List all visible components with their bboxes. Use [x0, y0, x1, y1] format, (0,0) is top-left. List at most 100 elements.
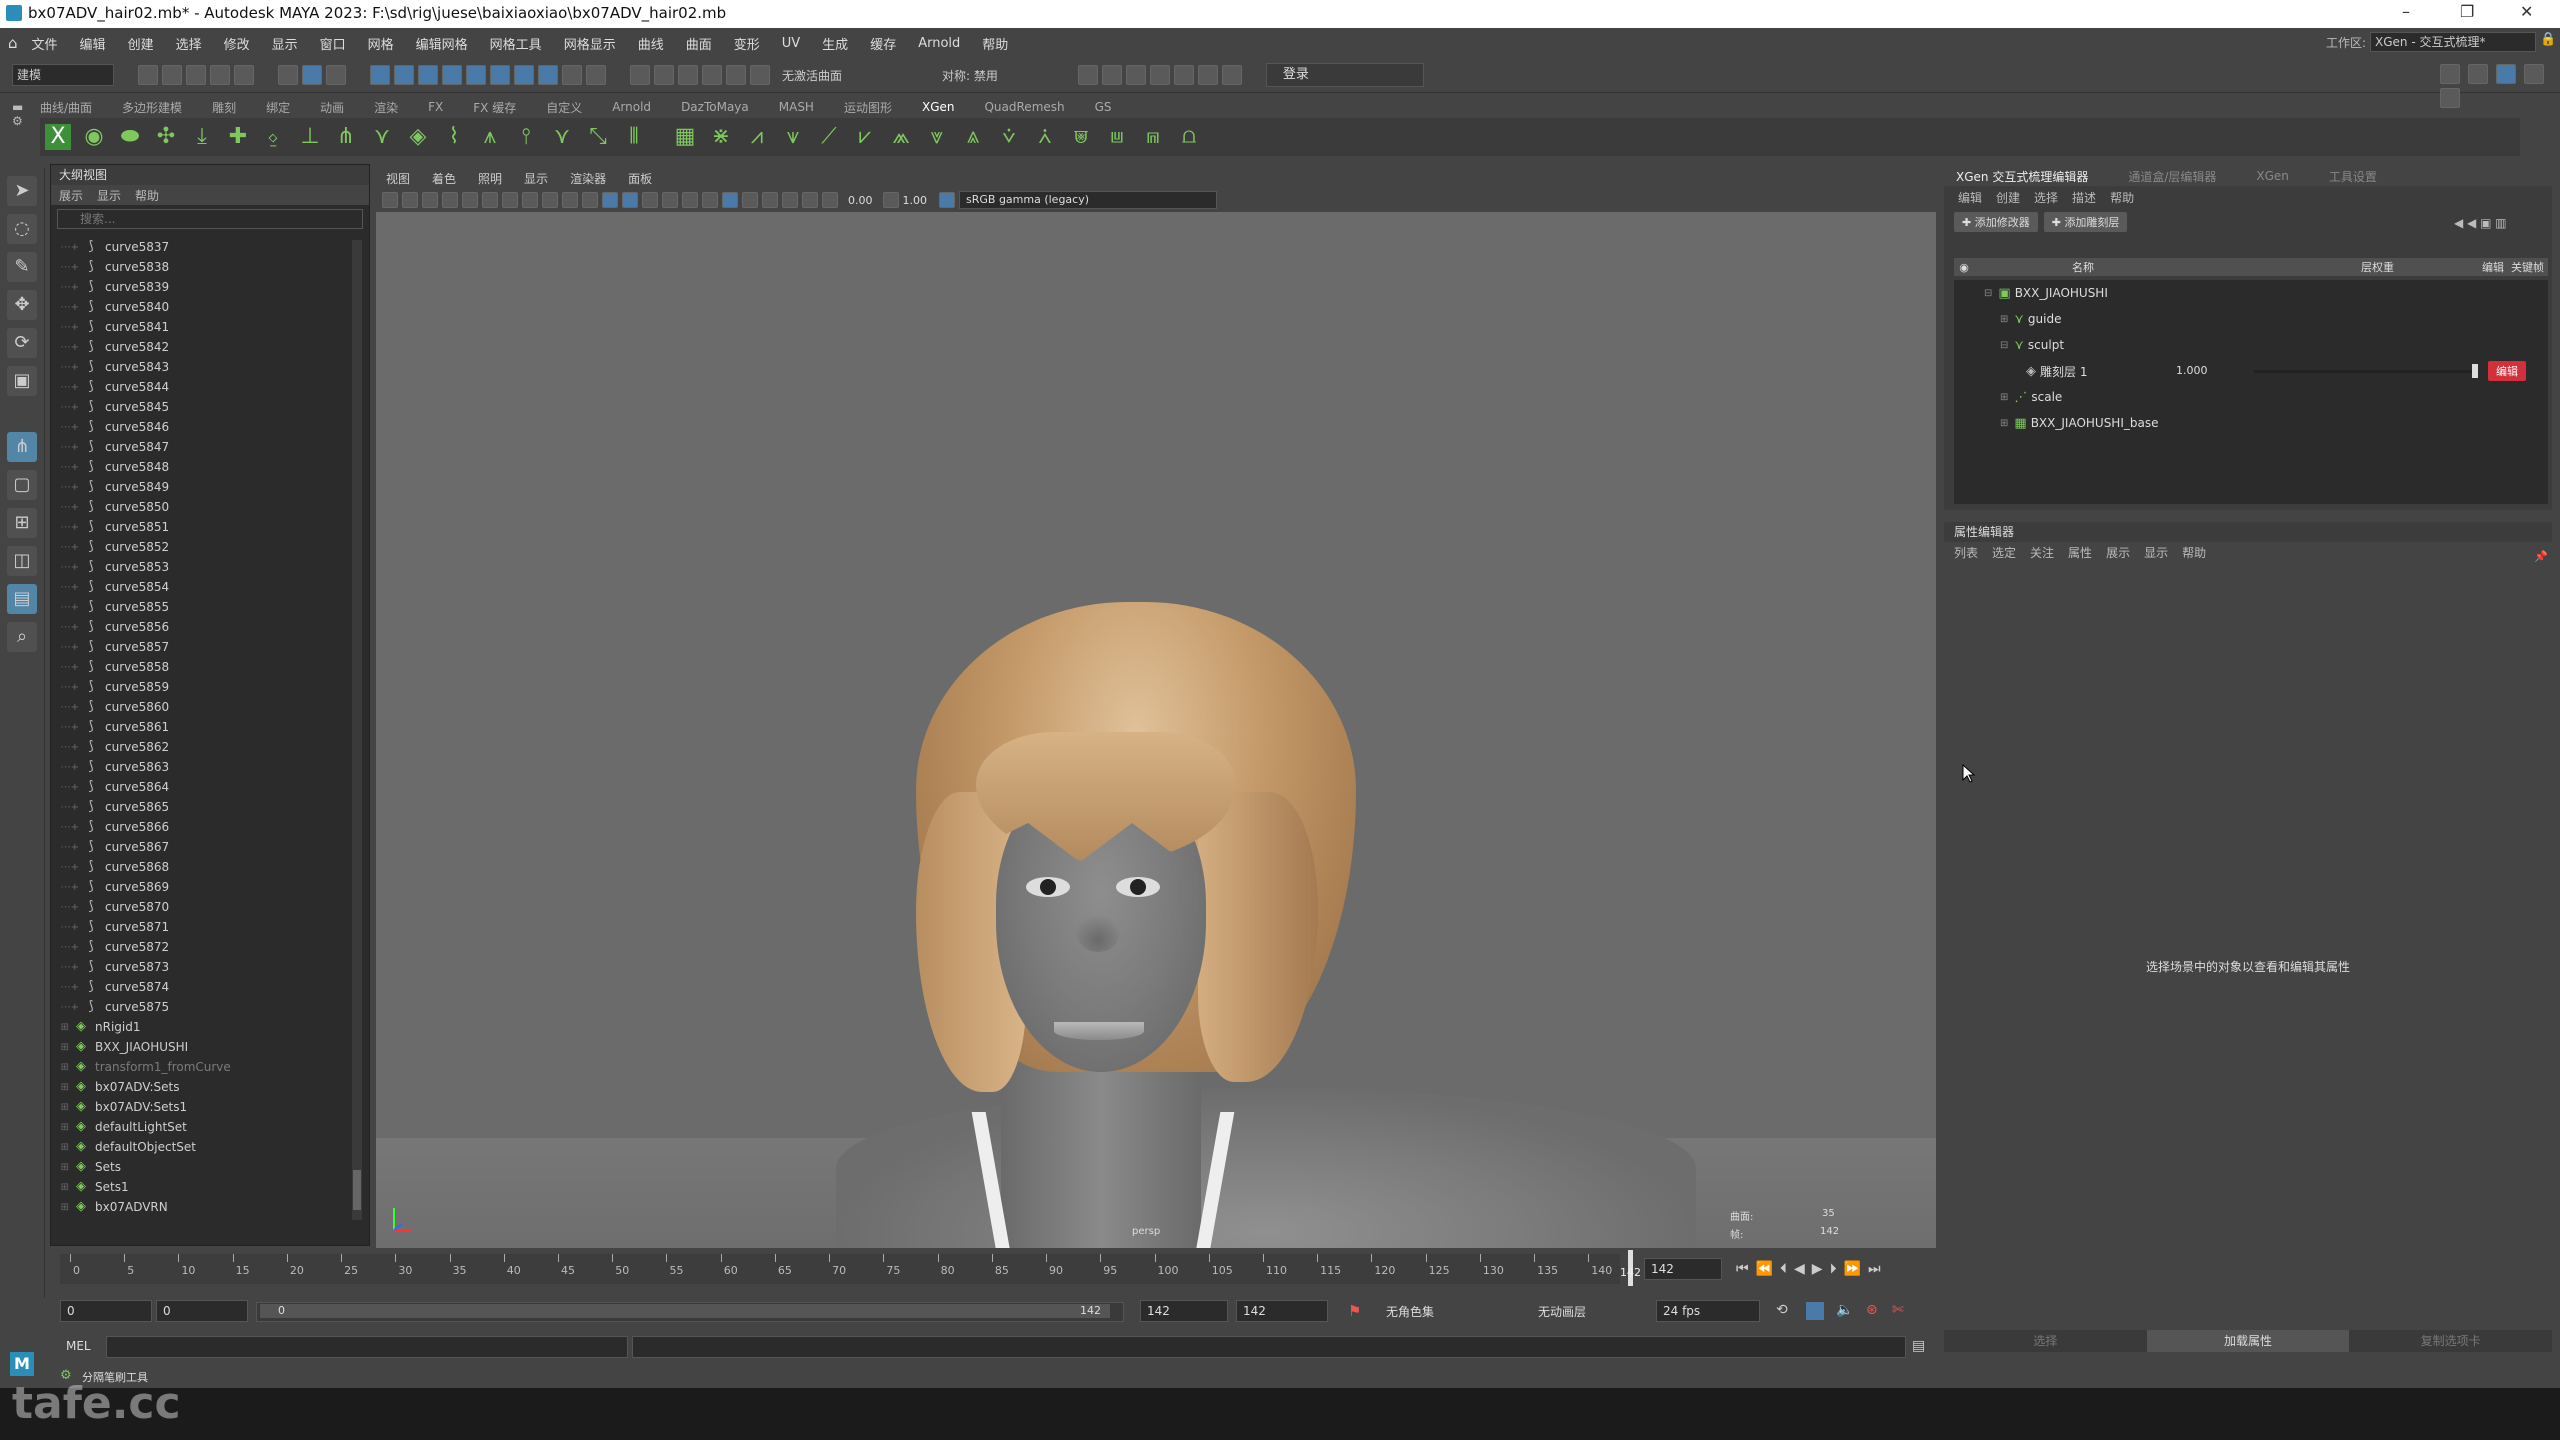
- wireframe-on-shaded-icon[interactable]: [642, 192, 658, 208]
- safe-title-icon[interactable]: [582, 192, 598, 208]
- shelf-tab[interactable]: 雕刻: [212, 99, 236, 116]
- outliner-node-item[interactable]: ⊞ ◈ bx07ADVRN: [51, 1197, 351, 1217]
- vp-menu-shading[interactable]: 着色: [432, 170, 456, 187]
- sound-icon[interactable]: 🔈: [1836, 1302, 1853, 1318]
- xgen-lift-icon[interactable]: ⩓: [960, 124, 986, 150]
- outliner-curve-item[interactable]: ⋯+ ⟆ curve5852: [51, 537, 351, 557]
- xgen-cut-icon[interactable]: ⋎: [369, 124, 395, 150]
- snap-point-icon[interactable]: [678, 65, 698, 85]
- outliner-curve-item[interactable]: ⋯+ ⟆ curve5846: [51, 417, 351, 437]
- add-modifier-button[interactable]: ✚ 添加修改器: [1954, 212, 2038, 232]
- ipr-render-icon[interactable]: [1125, 65, 1146, 85]
- xgen-pose-icon[interactable]: ⩒: [996, 124, 1022, 150]
- outliner-curve-item[interactable]: ⋯+ ⟆ curve5837: [51, 237, 351, 257]
- xgen-smooth-icon[interactable]: ⦀: [621, 124, 647, 150]
- outliner-curve-item[interactable]: ⋯+ ⟆ curve5857: [51, 637, 351, 657]
- tree-item-sculpt-layer[interactable]: ◈ 雕刻层 1 1.000 编辑: [1954, 358, 2548, 384]
- outliner-curve-item[interactable]: ⋯+ ⟆ curve5844: [51, 377, 351, 397]
- shelf-tab[interactable]: 运动图形: [844, 99, 892, 116]
- mode-dropdown[interactable]: 建模: [12, 64, 114, 86]
- xgen-layer-icon[interactable]: ◈: [405, 124, 431, 150]
- tree-item[interactable]: ⊟ ⋎ sculpt: [1954, 332, 2548, 358]
- menu-edit[interactable]: 编辑: [80, 34, 106, 53]
- outliner-curve-item[interactable]: ⋯+ ⟆ curve5868: [51, 857, 351, 877]
- xgen-groom-tool-icon[interactable]: ⋔: [7, 432, 37, 462]
- character-controls-icon[interactable]: [2468, 64, 2489, 84]
- shelf-tab[interactable]: Arnold: [612, 100, 651, 114]
- mask-icon-4[interactable]: [442, 65, 462, 85]
- snap-surface-icon[interactable]: [726, 65, 746, 85]
- grid-icon[interactable]: [462, 192, 478, 208]
- ae-menu-selected[interactable]: 选定: [1992, 542, 2016, 564]
- cache-playback-icon[interactable]: [1806, 1302, 1824, 1320]
- outliner-node-item[interactable]: ⊞ ◈ bx07ADV:Sets1: [51, 1097, 351, 1117]
- menu-arnold[interactable]: Arnold: [918, 36, 960, 51]
- ae-menu-help[interactable]: 帮助: [2182, 542, 2206, 564]
- mask-icon-5[interactable]: [466, 65, 486, 85]
- channel-box-icon[interactable]: [2496, 64, 2517, 84]
- xray-icon[interactable]: [742, 192, 758, 208]
- time-slider[interactable]: 0 5 10 15 20 25 30 35 40 45 50 55 60 65 70 75 80 85 90 95 10…: [60, 1250, 1641, 1286]
- field-chart-icon[interactable]: [542, 192, 558, 208]
- anim-start-field[interactable]: 0: [60, 1300, 152, 1322]
- outliner-scroll-thumb[interactable]: [353, 1170, 361, 1210]
- menu-mesh[interactable]: 网格: [368, 34, 394, 53]
- outliner-node-item[interactable]: ⊞ ◈ nRigid1: [51, 1017, 351, 1037]
- dof-icon[interactable]: [822, 192, 838, 208]
- shelf-tab[interactable]: MASH: [779, 100, 814, 114]
- exposure-field[interactable]: 0.00: [848, 194, 873, 207]
- outliner-curve-item[interactable]: ⋯+ ⟆ curve5874: [51, 977, 351, 997]
- mask-icon-2[interactable]: [394, 65, 414, 85]
- outliner-menu-display[interactable]: 显示: [97, 187, 121, 204]
- xgen-relax-icon[interactable]: ⩑: [1032, 124, 1058, 150]
- symmetry-label[interactable]: 对称: 禁用: [942, 67, 998, 84]
- outliner-persp-icon[interactable]: ▤: [7, 584, 37, 614]
- outliner-curve-item[interactable]: ⋯+ ⟆ curve5859: [51, 677, 351, 697]
- color-management-icon[interactable]: [939, 192, 955, 208]
- anim-end-field[interactable]: 142: [1236, 1300, 1328, 1322]
- hypershade-icon[interactable]: [1173, 65, 1194, 85]
- lasso-tool-icon[interactable]: ◌: [7, 214, 37, 244]
- mask-icon-7[interactable]: [514, 65, 534, 85]
- menu-mesh-display[interactable]: 网格显示: [564, 34, 616, 53]
- ae-menu-list[interactable]: 列表: [1954, 542, 1978, 564]
- render-view-icon[interactable]: [1077, 65, 1098, 85]
- ae-menu-attributes[interactable]: 属性: [2068, 542, 2092, 564]
- auto-key-icon[interactable]: ⚑: [1348, 1302, 1361, 1320]
- snap-curve-icon[interactable]: [654, 65, 674, 85]
- menu-curves[interactable]: 曲线: [638, 34, 664, 53]
- layer-weight-handle[interactable]: [2472, 364, 2478, 378]
- tree-item[interactable]: ⊞ ⋎ guide: [1954, 306, 2548, 332]
- xgen-menu-help[interactable]: 帮助: [2110, 186, 2134, 210]
- outliner-node-item[interactable]: ⊞ ◈ Sets: [51, 1157, 351, 1177]
- outliner-curve-item[interactable]: ⋯+ ⟆ curve5858: [51, 657, 351, 677]
- xgen-sculpt-icon[interactable]: ⩎: [1140, 124, 1166, 150]
- shelf-tab[interactable]: 绑定: [266, 99, 290, 116]
- menu-file[interactable]: 文件: [32, 34, 58, 53]
- xgen-description-icon[interactable]: ◉: [81, 124, 107, 150]
- open-scene-icon[interactable]: [162, 65, 182, 85]
- outliner-curve-item[interactable]: ⋯+ ⟆ curve5869: [51, 877, 351, 897]
- outliner-node-item[interactable]: ⊞ ◈ defaultObjectSet: [51, 1137, 351, 1157]
- outliner-curve-item[interactable]: ⋯+ ⟆ curve5864: [51, 777, 351, 797]
- tree-item[interactable]: ⊞ ▦ BXX_JIAOHUSHI_base: [1954, 410, 2548, 436]
- menu-generate[interactable]: 生成: [822, 34, 848, 53]
- outliner-scrollbar[interactable]: [352, 240, 362, 1220]
- outliner-curve-item[interactable]: ⋯+ ⟆ curve5843: [51, 357, 351, 377]
- xgen-move-guide-icon[interactable]: ✚: [225, 124, 251, 150]
- outliner-curve-item[interactable]: ⋯+ ⟆ curve5860: [51, 697, 351, 717]
- tab-xgen-groom[interactable]: XGen 交互式梳理编辑器: [1944, 168, 2088, 185]
- xgen-menu-select[interactable]: 选择: [2034, 186, 2058, 210]
- outliner-curve-item[interactable]: ⋯+ ⟆ curve5856: [51, 617, 351, 637]
- menu-cache[interactable]: 缓存: [870, 34, 896, 53]
- outliner-curve-item[interactable]: ⋯+ ⟆ curve5851: [51, 517, 351, 537]
- outliner-curve-item[interactable]: ⋯+ ⟆ curve5849: [51, 477, 351, 497]
- mask-icon-6[interactable]: [490, 65, 510, 85]
- tab-channel-box[interactable]: 通道盒/层编辑器: [2116, 168, 2216, 185]
- layer-weight-value[interactable]: 1.000: [2176, 364, 2208, 377]
- xgen-add-guide-icon[interactable]: ⤓: [189, 124, 215, 150]
- textured-icon[interactable]: [662, 192, 678, 208]
- menu-help[interactable]: 帮助: [982, 34, 1008, 53]
- xgen-scale-guide-icon[interactable]: ⍚: [261, 124, 287, 150]
- select-object-icon[interactable]: [302, 65, 322, 85]
